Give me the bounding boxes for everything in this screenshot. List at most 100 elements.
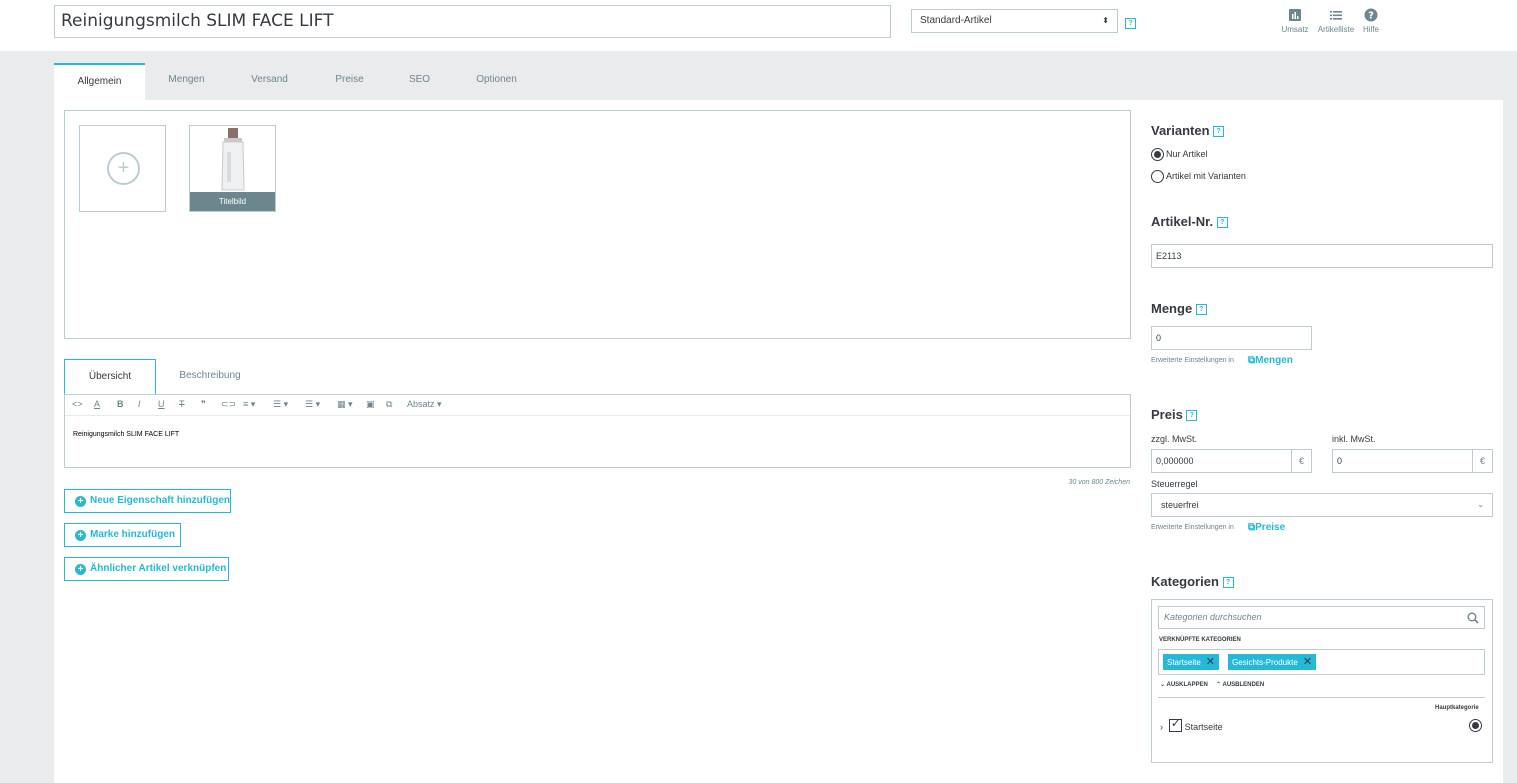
add-feature-button[interactable]: + Neue Eigenschaft hinzufügen (64, 489, 231, 513)
rich-text-editor: <> A B I U T ❞ ⊂⊃ ≡ ▾ ☰ ▾ ☰ ▾ ▦ ▾ ▣ ⧉ Ab… (64, 394, 1131, 468)
numbered-list-icon[interactable]: ☰ ▾ (305, 399, 320, 410)
help-icon[interactable]: ? (1213, 126, 1225, 138)
category-tag-label: Startseite (1167, 658, 1201, 667)
tab-quantities[interactable]: Mengen (154, 63, 219, 100)
price-excl-label: zzgl. MwSt. (1151, 434, 1198, 444)
link-icon[interactable]: ⊂⊃ (221, 399, 236, 410)
main-category-radio[interactable] (1469, 719, 1484, 732)
svg-text:?: ? (1368, 11, 1374, 22)
price-incl-value: 0 (1337, 456, 1343, 466)
add-brand-button[interactable]: + Marke hinzufügen (64, 523, 181, 547)
italic-icon[interactable]: I (138, 399, 141, 409)
product-image (221, 128, 245, 191)
category-tree-label: Startseite (1184, 722, 1223, 732)
strikethrough-icon[interactable]: T (179, 399, 185, 409)
media-icon[interactable]: ⧉ (386, 399, 392, 410)
tab-options[interactable]: Optionen (464, 63, 529, 100)
tax-rule-select[interactable]: steuerfrei ⌄ (1151, 493, 1493, 517)
add-image-button[interactable]: + (79, 125, 166, 212)
price-advanced-text: Erweiterte Einstellungen in (1151, 524, 1234, 531)
tax-rule-value: steuerfrei (1161, 500, 1199, 510)
help-icon[interactable]: ? (1186, 410, 1198, 422)
cover-image-label: Titelbild (190, 192, 275, 211)
product-type-select[interactable]: Standard-Artikel ⬍ (911, 9, 1118, 33)
help-icon[interactable]: ? (1222, 577, 1234, 589)
expand-button[interactable]: ⌄ AUSKLAPPEN (1160, 681, 1208, 688)
reference-input[interactable]: E2113 (1151, 244, 1493, 268)
linked-categories-label: VERKNÜPFTE KATEGORIEN (1159, 637, 1241, 643)
help-icon[interactable]: ? (1125, 18, 1136, 29)
underline-icon[interactable]: U (158, 399, 165, 409)
quantity-advanced-text: Erweiterte Einstellungen in (1151, 357, 1234, 364)
currency-addon: € (1472, 450, 1492, 472)
link-related-button[interactable]: + Ähnlicher Artikel verknüpfen (64, 557, 229, 581)
code-view-icon[interactable]: <> (72, 399, 83, 409)
sales-button[interactable]: Umsatz (1280, 8, 1310, 34)
table-icon[interactable]: ▦ ▾ (337, 399, 353, 410)
add-feature-label: Neue Eigenschaft hinzufügen (90, 495, 231, 506)
product-name-input[interactable]: Reinigungsmilch SLIM FACE LIFT (54, 5, 891, 38)
tab-pricing[interactable]: Preise (317, 63, 382, 100)
radio-label: Artikel mit Varianten (1166, 170, 1246, 181)
product-list-button[interactable]: Artikelliste (1316, 8, 1356, 34)
radio-simple-product[interactable]: Nur Artikel (1151, 148, 1208, 161)
quote-icon[interactable]: ❞ (201, 399, 206, 410)
tab-description[interactable]: Beschreibung (165, 359, 255, 395)
paragraph-label: Absatz (407, 399, 435, 409)
category-tags: Startseite ✕ Gesichts-Produkte ✕ (1158, 649, 1485, 675)
categories-heading-text: Kategorien (1151, 574, 1219, 589)
plus-circle-icon: + (75, 496, 86, 507)
quantity-heading: Menge ? (1151, 301, 1207, 316)
help-button[interactable]: ? Hilfe (1360, 8, 1382, 34)
checkbox-checked-icon[interactable]: ✓ (1168, 716, 1182, 732)
currency-addon: € (1291, 450, 1311, 472)
radio-selected-icon (1469, 719, 1482, 732)
bullet-list-icon[interactable]: ☰ ▾ (273, 399, 288, 410)
font-color-icon[interactable]: A (94, 399, 100, 409)
editor-toolbar: <> A B I U T ❞ ⊂⊃ ≡ ▾ ☰ ▾ ☰ ▾ ▦ ▾ ▣ ⧉ Ab… (65, 395, 1130, 416)
chevron-down-icon: ⌄ (1477, 500, 1484, 509)
category-tag: Gesichts-Produkte ✕ (1228, 654, 1317, 670)
char-counter: 30 von 800 Zeichen (1068, 479, 1131, 486)
product-list-label: Artikelliste (1317, 25, 1355, 34)
list-icon (1330, 11, 1342, 20)
price-advanced-link[interactable]: ⧉Preise (1248, 522, 1285, 533)
tab-summary[interactable]: Übersicht (64, 359, 156, 395)
help-label: Hilfe (1362, 25, 1379, 34)
image-icon[interactable]: ▣ (366, 399, 375, 410)
price-incl-input[interactable]: 0 € (1332, 449, 1493, 473)
price-excl-input[interactable]: 0,000000 € (1151, 449, 1312, 473)
divider (1158, 697, 1485, 698)
category-tag: Startseite ✕ (1163, 654, 1220, 670)
product-image-thumbnail[interactable]: Titelbild (189, 125, 276, 212)
tab-general[interactable]: Allgemein (54, 63, 145, 100)
tab-seo[interactable]: SEO (387, 63, 452, 100)
quantity-input[interactable]: 0 (1151, 326, 1312, 350)
add-brand-label: Marke hinzufügen (90, 529, 176, 540)
reference-heading: Artikel-Nr. ? (1151, 214, 1228, 229)
plus-circle-icon: + (75, 530, 86, 541)
editor-content[interactable]: Reinigungsmilch SLIM FACE LIFT (73, 431, 179, 438)
help-icon[interactable]: ? (1195, 304, 1207, 316)
close-icon[interactable]: ✕ (1303, 656, 1312, 668)
quantity-advanced-link[interactable]: ⧉Mengen (1248, 355, 1293, 366)
chevron-right-icon[interactable]: › (1160, 722, 1163, 732)
collapse-button[interactable]: ⌃ AUSBLENDEN (1216, 681, 1264, 688)
paragraph-select[interactable]: Absatz ▾ (407, 399, 442, 410)
align-icon[interactable]: ≡ ▾ (243, 399, 255, 410)
radio-product-with-variants[interactable]: Artikel mit Varianten (1151, 170, 1246, 183)
quantity-link-label: Mengen (1255, 355, 1293, 366)
help-icon[interactable]: ? (1216, 217, 1228, 229)
close-icon[interactable]: ✕ (1206, 656, 1215, 668)
price-link-label: Preise (1255, 522, 1286, 533)
category-search-input[interactable]: Kategorien durchsuchen (1158, 606, 1485, 629)
category-tag-label: Gesichts-Produkte (1232, 658, 1298, 667)
category-tree-item: › ✓ Startseite (1160, 716, 1223, 733)
bold-icon[interactable]: B (117, 399, 124, 409)
category-search-placeholder: Kategorien durchsuchen (1164, 612, 1262, 622)
help-circle-icon: ? (1364, 8, 1378, 22)
tab-shipping[interactable]: Versand (237, 63, 302, 100)
radio-selected-icon (1151, 148, 1164, 161)
search-icon[interactable] (1467, 612, 1479, 624)
variants-heading: Varianten ? (1151, 123, 1225, 138)
